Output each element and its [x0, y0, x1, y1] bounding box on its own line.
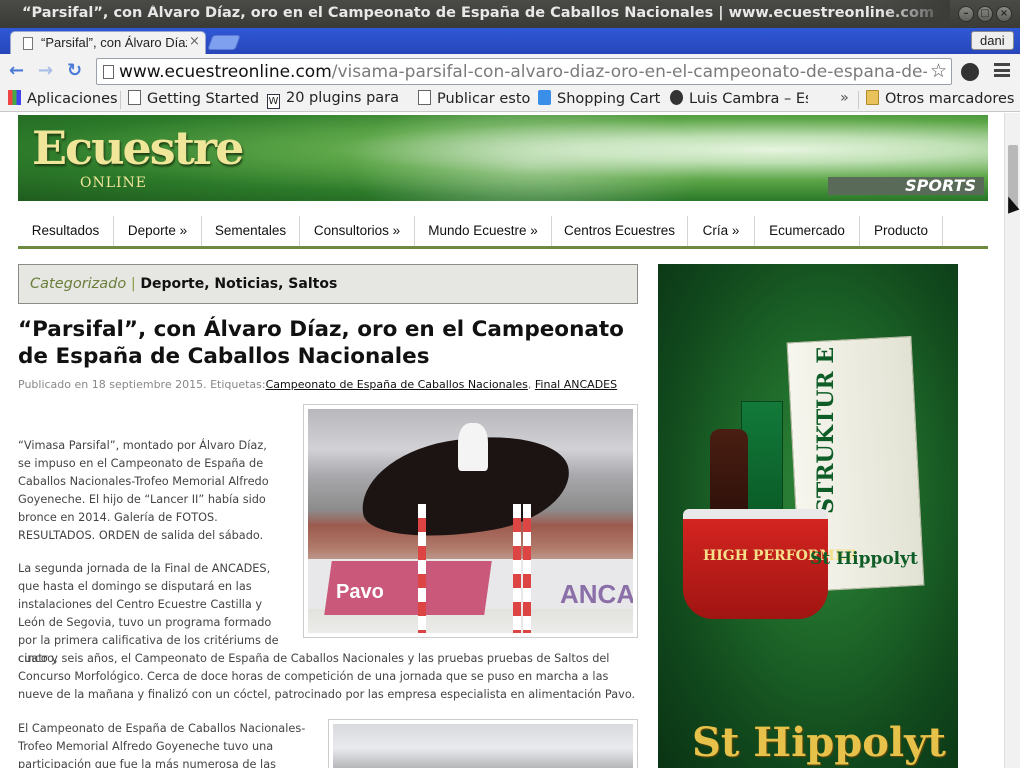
bookmark-publicar-esto[interactable]: Publicar esto: [418, 90, 530, 110]
bookmark-label: 20 plugins para u: [286, 90, 402, 106]
article-photo-2[interactable]: [328, 719, 638, 768]
article-photo[interactable]: Pavo ANCADES: [303, 404, 638, 638]
fence-pole: [418, 504, 426, 633]
sports-badge: SPORTS: [828, 177, 984, 195]
nav-consultorios[interactable]: Consultorios »: [300, 216, 415, 246]
nav-resultados[interactable]: Resultados: [18, 216, 114, 246]
show-jumping-photo: Pavo ANCADES: [308, 409, 633, 633]
page-icon: [23, 37, 33, 50]
bookmark-label: Getting Started: [147, 91, 260, 107]
category-separator: |: [130, 276, 136, 292]
forward-button[interactable]: →: [38, 60, 53, 81]
ad-brand-logo: St Hippolyt: [692, 719, 946, 766]
bookmark-star-icon[interactable]: ☆: [930, 60, 947, 82]
bookmark-separator: [858, 91, 859, 109]
menu-icon[interactable]: [994, 63, 1010, 77]
page-icon: [418, 90, 431, 105]
page-icon: [103, 65, 114, 79]
article-date: Publicado en 18 septiembre 2015. Etiquet…: [18, 378, 266, 391]
extension-icon[interactable]: [961, 63, 979, 81]
article-paragraph-1: “Vimasa Parsifal”, montado por Álvaro Dí…: [18, 439, 269, 542]
shop-icon: [538, 90, 551, 105]
nav-mundo-ecuestre[interactable]: Mundo Ecuestre »: [415, 216, 552, 246]
window-titlebar: “Parsifal”, con Álvaro Díaz, oro en el C…: [0, 0, 1020, 28]
fence-pole: [513, 504, 521, 633]
photo-board-text: ANCADES: [560, 579, 633, 609]
folder-icon: [866, 90, 879, 105]
bookmark-label: Shopping Cart: [557, 91, 661, 107]
bookmark-label: Luis Cambra – Esp: [689, 91, 808, 107]
nav-ecumercado[interactable]: Ecumercado: [755, 216, 860, 246]
browser-toolbar: ← → ↻ www.ecuestreonline.com/visama-pars…: [0, 54, 1020, 88]
bookmark-separator: [120, 91, 121, 109]
tag-link-final-ancades[interactable]: Final ANCADES: [535, 378, 617, 391]
article-meta: Publicado en 18 septiembre 2015. Etiquet…: [18, 378, 617, 391]
page-icon: [128, 90, 141, 105]
title-fade: [880, 0, 950, 28]
reload-button[interactable]: ↻: [67, 60, 82, 81]
bookmarks-overflow-button[interactable]: »: [840, 90, 849, 110]
nav-deporte[interactable]: Deporte »: [114, 216, 202, 246]
site-logo[interactable]: Ecuestre: [32, 121, 244, 175]
site-logo-subtitle: ONLINE: [80, 175, 148, 191]
nav-centros-ecuestres[interactable]: Centros Ecuestres: [552, 216, 688, 246]
ceremony-photo: [333, 724, 633, 768]
category-box: Categorizado | Deporte, Noticias, Saltos: [18, 264, 638, 304]
tag-separator: ,: [527, 378, 535, 391]
tag-link-campeonato[interactable]: Campeonato de España de Caballos Naciona…: [266, 378, 528, 391]
product-bag-label: STRUKTUR E: [813, 346, 839, 514]
page-viewport: Ecuestre ONLINE SPORTS Resultados Deport…: [0, 113, 1004, 768]
rider-figure: [458, 423, 488, 471]
bookmark-luis-cambra[interactable]: Luis Cambra – Esp: [670, 90, 808, 110]
bookmark-label: Publicar esto: [437, 91, 531, 107]
photo-sponsor-text: Pavo: [336, 581, 384, 603]
tab-title: “Parsifal”, con Álvaro Díaz, oro en el C…: [41, 35, 187, 50]
back-button[interactable]: ←: [9, 60, 24, 81]
bookmark-apps[interactable]: Aplicaciones: [8, 90, 118, 110]
article-paragraph-3: El Campeonato de España de Caballos Naci…: [18, 722, 306, 768]
apps-icon: [8, 90, 21, 105]
category-label: Categorizado: [30, 276, 127, 292]
fence-pole: [523, 504, 531, 633]
article-paragraph-2b: cinco y seis años, el Campeonato de Espa…: [18, 652, 636, 701]
nav-producto[interactable]: Producto: [860, 216, 943, 246]
article-title[interactable]: “Parsifal”, con Álvaro Díaz, oro en el C…: [18, 316, 628, 370]
url-path: /visama-parsifal-con-alvaro-diaz-oro-en-…: [331, 62, 927, 82]
bookmark-20-plugins[interactable]: W 20 plugins para u: [267, 90, 402, 110]
url-text[interactable]: www.ecuestreonline.com/visama-parsifal-c…: [119, 62, 927, 82]
bookmark-label: Otros marcadores: [885, 91, 1015, 107]
banner-decoration: [318, 115, 738, 201]
ad-brand-small: St Hippolyt: [810, 549, 918, 569]
maximize-button[interactable]: □: [977, 6, 993, 22]
close-window-button[interactable]: ×: [996, 6, 1012, 22]
site-icon: [670, 90, 683, 105]
window-title: “Parsifal”, con Álvaro Díaz, oro en el C…: [22, 5, 935, 21]
product-bucket: [683, 509, 828, 619]
address-bar[interactable]: www.ecuestreonline.com/visama-parsifal-c…: [96, 58, 952, 85]
bookmarks-bar: Aplicaciones Getting Started W 20 plugins…: [0, 88, 1020, 112]
sidebar-ad[interactable]: STRUKTUR E HIGH PERFORMER St Hippolyt St…: [658, 264, 958, 768]
main-nav: Resultados Deporte » Sementales Consulto…: [18, 216, 988, 249]
bookmark-label: Aplicaciones: [27, 91, 118, 107]
minimize-button[interactable]: –: [958, 6, 974, 22]
category-links[interactable]: Deporte, Noticias, Saltos: [140, 276, 337, 292]
new-tab-button[interactable]: [207, 35, 241, 50]
tab-close-icon[interactable]: ×: [189, 34, 200, 49]
site-banner[interactable]: Ecuestre ONLINE SPORTS: [18, 115, 988, 201]
bookmark-shopping-cart[interactable]: Shopping Cart: [538, 90, 660, 110]
nav-sementales[interactable]: Sementales: [202, 216, 300, 246]
bookmark-getting-started[interactable]: Getting Started: [128, 90, 259, 110]
other-bookmarks-folder[interactable]: Otros marcadores: [866, 90, 1014, 110]
browser-tab[interactable]: “Parsifal”, con Álvaro Díaz, oro en el C…: [10, 31, 206, 54]
nav-cria[interactable]: Cría »: [688, 216, 755, 246]
tab-strip: “Parsifal”, con Álvaro Díaz, oro en el C…: [0, 28, 1020, 54]
profile-button[interactable]: dani: [971, 31, 1014, 50]
url-host: www.ecuestreonline.com: [119, 62, 332, 82]
wordpress-icon: W: [267, 94, 280, 109]
